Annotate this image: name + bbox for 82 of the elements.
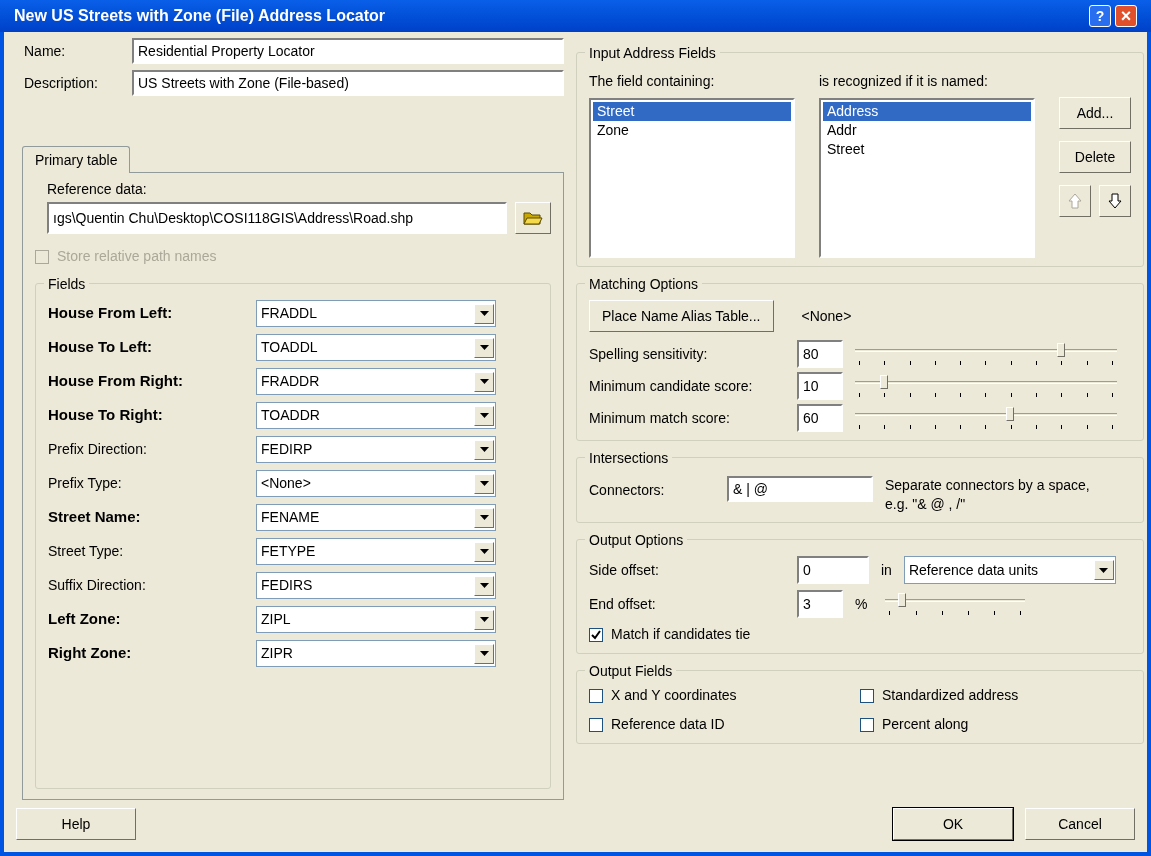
reference-data-label: Reference data: bbox=[46, 180, 148, 199]
input-field[interactable]: 3 bbox=[797, 590, 843, 618]
input-field[interactable]: 10 bbox=[797, 372, 843, 400]
field-label: Left Zone: bbox=[48, 609, 122, 630]
checkbox[interactable] bbox=[589, 717, 603, 732]
field-label: Street Type: bbox=[48, 542, 125, 561]
field-label: House To Left: bbox=[48, 337, 153, 358]
slider-label: Spelling sensitivity: bbox=[589, 344, 709, 364]
ok-button[interactable]: OK bbox=[893, 808, 1013, 840]
list-caption: is recognized if it is named: bbox=[819, 72, 989, 91]
checkbox[interactable] bbox=[589, 688, 603, 703]
list-item[interactable]: Street bbox=[823, 140, 1031, 159]
list-item[interactable]: Address bbox=[823, 102, 1031, 121]
slider-label: Minimum match score: bbox=[589, 408, 731, 428]
dropdown[interactable]: FENAME bbox=[256, 504, 496, 531]
field-label: House From Left: bbox=[48, 303, 174, 324]
delete-button[interactable]: Delete bbox=[1059, 141, 1131, 173]
slider-thumb[interactable] bbox=[1057, 343, 1065, 357]
field-label: Street Name: bbox=[48, 507, 142, 528]
dropdown[interactable]: <None> bbox=[256, 470, 496, 497]
checkbox[interactable] bbox=[860, 717, 874, 732]
connectors-hint: Separate connectors by a space, e.g. "& @ , /" bbox=[885, 476, 1091, 514]
list-caption: The field containing: bbox=[589, 72, 716, 91]
window-title: New US Streets with Zone (File) Address Locator bbox=[14, 6, 387, 26]
dropdown[interactable]: FRADDL bbox=[256, 300, 496, 327]
dropdown[interactable]: FRADDR bbox=[256, 368, 496, 395]
cancel-button[interactable]: Cancel bbox=[1025, 808, 1135, 840]
move-down-button[interactable] bbox=[1099, 185, 1131, 217]
input-field[interactable]: US Streets with Zone (File-based) bbox=[132, 70, 564, 96]
alias-table-button[interactable]: Place Name Alias Table... bbox=[589, 300, 774, 332]
add-button[interactable]: Add... bbox=[1059, 97, 1131, 129]
help-button[interactable]: ? bbox=[1089, 5, 1111, 27]
list-item[interactable]: Addr bbox=[823, 121, 1031, 140]
field-label: House From Right: bbox=[48, 371, 184, 392]
field-label: Prefix Type: bbox=[48, 474, 123, 493]
input-field[interactable]: 0 bbox=[797, 556, 869, 584]
close-button[interactable]: × bbox=[1115, 5, 1137, 27]
slider-label: Minimum candidate score: bbox=[589, 376, 754, 396]
list-item[interactable]: Zone bbox=[593, 121, 791, 140]
folder-icon bbox=[523, 210, 543, 226]
slider-thumb[interactable] bbox=[1006, 407, 1014, 421]
down-arrow-icon bbox=[1108, 193, 1122, 209]
slider-thumb[interactable] bbox=[898, 593, 907, 607]
percent-label: % bbox=[855, 594, 868, 614]
tab[interactable]: Primary table bbox=[22, 146, 131, 173]
checkbox-label: Match if candidates tie bbox=[611, 625, 751, 644]
checkbox-label: Reference data ID bbox=[611, 715, 725, 734]
alias-table-value: <None> bbox=[801, 306, 852, 326]
end-offset-label: End offset: bbox=[589, 594, 657, 614]
input-field[interactable]: 80 bbox=[797, 340, 843, 368]
dropdown[interactable]: FETYPE bbox=[256, 538, 496, 565]
dropdown[interactable]: TOADDR bbox=[256, 402, 496, 429]
field-label: Suffix Direction: bbox=[48, 576, 147, 595]
checkbox-label: Percent along bbox=[882, 715, 969, 734]
dropdown[interactable]: FEDIRP bbox=[256, 436, 496, 463]
dropdown[interactable]: ZIPR bbox=[256, 640, 496, 667]
checkbox[interactable] bbox=[589, 627, 603, 642]
checkbox-label: Store relative path names bbox=[57, 247, 217, 266]
slider-thumb[interactable] bbox=[880, 375, 888, 389]
description-label: Description: bbox=[24, 73, 99, 93]
units-label: in bbox=[881, 560, 892, 580]
up-arrow-icon bbox=[1068, 193, 1082, 209]
dropdown[interactable]: Reference data units bbox=[903, 556, 1116, 584]
side-offset-label: Side offset: bbox=[589, 560, 660, 580]
dropdown[interactable]: ZIPL bbox=[256, 606, 496, 633]
name-label: Name: bbox=[24, 41, 67, 61]
field-label: Right Zone: bbox=[48, 643, 133, 664]
checkbox-label: X and Y coordinates bbox=[611, 686, 737, 705]
input-field[interactable]: & | @ bbox=[727, 476, 873, 502]
connectors-label: Connectors: bbox=[589, 481, 666, 500]
input-field[interactable]: 60 bbox=[797, 404, 843, 432]
field-label: Prefix Direction: bbox=[48, 440, 148, 459]
list-item[interactable]: Street bbox=[593, 102, 791, 121]
checkbox[interactable] bbox=[860, 688, 874, 703]
checkbox-label: Standardized address bbox=[882, 686, 1019, 705]
dropdown[interactable]: FEDIRS bbox=[256, 572, 496, 599]
help-text-button[interactable]: Help bbox=[16, 808, 136, 840]
field-label: House To Right: bbox=[48, 405, 164, 426]
dropdown[interactable]: TOADDL bbox=[256, 334, 496, 361]
open-folder-button[interactable] bbox=[515, 202, 551, 234]
input-field[interactable]: Residential Property Locator bbox=[132, 38, 564, 64]
input-field[interactable]: ıgs\Quentin Chu\Desktop\COSI118GIS\Address\Road.shp bbox=[47, 202, 507, 234]
